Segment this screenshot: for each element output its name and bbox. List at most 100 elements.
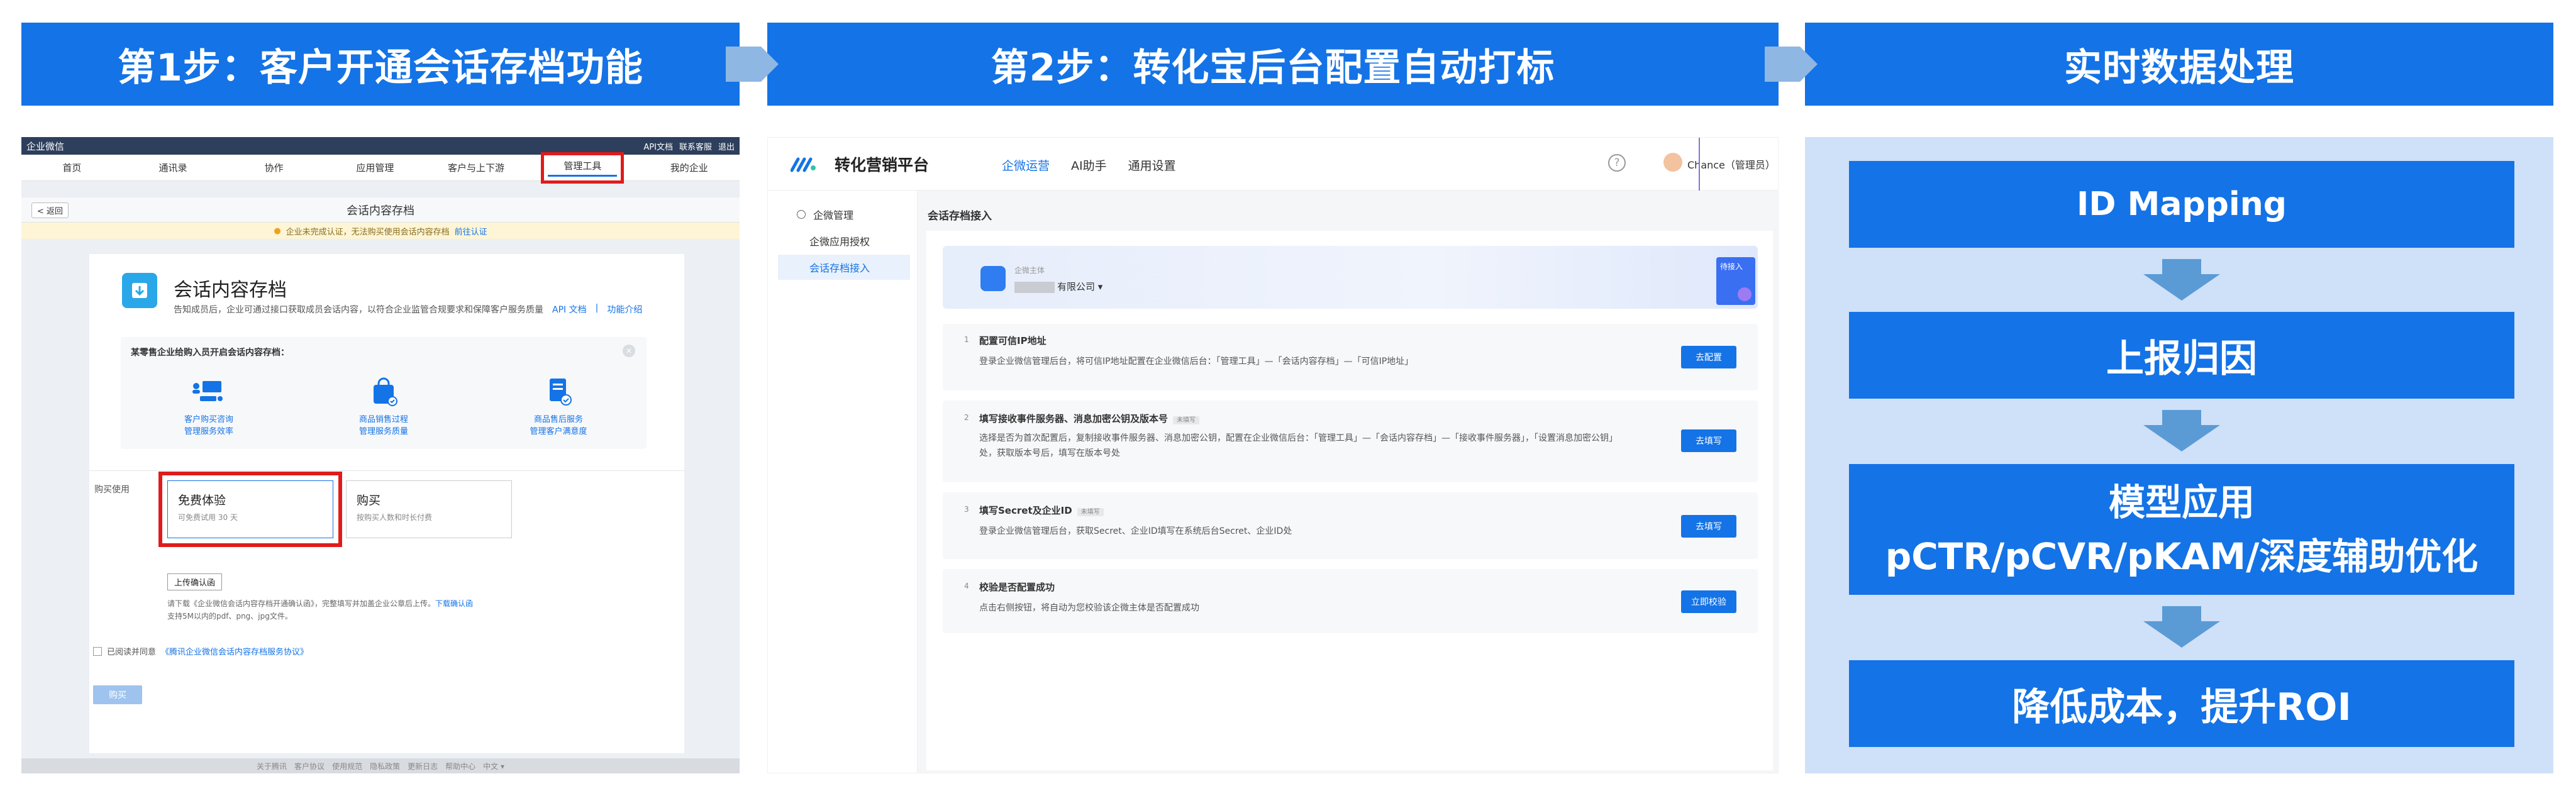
- step-desc: 登录企业微信管理后台，将可信IP地址配置在企业微信后台：「管理工具」—「会话内容…: [979, 357, 1414, 367]
- warning-text: 企业未完成认证，无法购买使用会话内容存档: [286, 227, 450, 237]
- agreement-link[interactable]: 《腾讯企业微信会话内容存档服务协议》: [161, 645, 308, 657]
- warning-banner: ● 企业未完成认证，无法购买使用会话内容存档 前往认证: [21, 223, 740, 239]
- verify-button[interactable]: 立即校验: [1681, 590, 1736, 613]
- page-title: 会话存档接入: [928, 210, 992, 223]
- sidebar-item-archive-access[interactable]: 会话存档接入: [778, 255, 910, 280]
- upload-note: 请下载《企业微信会话内容存档开通确认函》，完整填写并加盖企业公章后上传。下载确认…: [167, 597, 519, 622]
- user-name[interactable]: Chance（管理员）: [1687, 157, 1775, 172]
- config-step: 2 填写接收事件服务器、消息加密公钥及版本号 未填写 选择是否为首次配置后，复制接…: [943, 401, 1758, 482]
- nav-collab[interactable]: 协作: [223, 161, 325, 174]
- logout-link[interactable]: 退出: [718, 140, 735, 152]
- content-card: 企微主体 有限公司 ▾ 待接入 1 配置可信IP地址 登录企业微信管理后台，将可…: [926, 231, 1773, 770]
- step-title-text: 填写接收事件服务器、消息加密公钥及版本号: [979, 413, 1169, 424]
- pending-badge: 待接入: [1716, 257, 1755, 305]
- step-title-text: 校验是否配置成功: [979, 582, 1055, 593]
- archive-card: 会话内容存档 告知成员后，企业可通过接口获取成员会话内容，以符合企业监管合规要求…: [89, 254, 684, 753]
- configure-button[interactable]: 去配置: [1681, 346, 1736, 368]
- nav-home[interactable]: 首页: [21, 161, 123, 174]
- step3-header: 实时数据处理: [1805, 23, 2553, 106]
- help-icon[interactable]: ?: [1608, 154, 1626, 172]
- nav-customers[interactable]: 客户与上下游: [426, 161, 527, 174]
- entity-icon: [980, 266, 1006, 291]
- upload-button[interactable]: 上传确认函: [167, 573, 223, 590]
- status-badge: 未填写: [1077, 508, 1104, 516]
- model-application-box: 模型应用 pCTR/pCVR/pKAM/深度辅助优化: [1849, 464, 2514, 595]
- entity-select-value: 有限公司 ▾: [1057, 281, 1103, 292]
- link-icon: [1738, 287, 1752, 301]
- download-link[interactable]: 下载确认函: [435, 599, 473, 608]
- footer-link[interactable]: 关于腾讯: [257, 761, 287, 772]
- sidebar-item-app-auth[interactable]: 企微应用授权: [778, 228, 910, 253]
- verify-link[interactable]: 前往认证: [455, 225, 487, 237]
- page-subheader: < 返回 会话内容存档: [21, 197, 740, 223]
- wecom-logo: 企业微信: [26, 140, 65, 152]
- tab-general-settings[interactable]: 通用设置: [1128, 157, 1176, 174]
- agreement-row: 已阅读并同意 《腾讯企业微信会话内容存档服务协议》: [93, 645, 308, 657]
- footer-link[interactable]: 帮助中心: [445, 761, 475, 772]
- buy-button[interactable]: 购买: [93, 685, 142, 704]
- step-number: 4: [964, 582, 969, 590]
- contact-support-link[interactable]: 联系客服: [679, 140, 712, 152]
- sidebar-item-wecom-management[interactable]: 企微管理: [778, 202, 910, 227]
- nav-management-tools[interactable]: 管理工具: [541, 152, 625, 184]
- nav-my-company[interactable]: 我的企业: [638, 161, 740, 174]
- feature-item: 商品售后服务 管理客户满意度: [489, 377, 628, 438]
- warning-icon: ●: [274, 226, 281, 236]
- step-title-text: 填写Secret及企业ID: [979, 505, 1072, 516]
- option-title: 购买: [357, 494, 381, 507]
- api-doc-link[interactable]: API 文档: [552, 303, 587, 316]
- feature-line: 商品销售过程: [358, 415, 408, 424]
- step-number: 2: [964, 413, 969, 422]
- box-text: 降低成本，提升ROI: [2012, 685, 2351, 729]
- id-mapping-box: ID Mapping: [1849, 161, 2514, 248]
- box-text: 模型应用: [2108, 481, 2255, 524]
- close-icon[interactable]: ×: [623, 345, 635, 357]
- collapse-icon: [797, 210, 806, 219]
- footer-link[interactable]: 使用规范: [332, 761, 362, 772]
- arrow-down-icon: [2143, 259, 2220, 301]
- option-desc: 可免费试用 30 天: [178, 513, 238, 522]
- platform-brand: 转化营销平台: [835, 156, 930, 174]
- upload-note-text: 请下载《企业微信会话内容存档开通确认函》，完整填写并加盖企业公章后上传。: [167, 599, 436, 608]
- purchase-option[interactable]: 购买 按购买人数和时长付费: [346, 480, 512, 538]
- feature-line: 管理服务效率: [184, 427, 233, 436]
- footer: 关于腾讯 客户协议 使用规范 隐私政策 更新日志 帮助中心 中文 ▾: [21, 758, 740, 773]
- document-icon: [541, 377, 576, 406]
- archive-app-icon: [122, 273, 157, 308]
- chevron-right-icon: [1765, 44, 1818, 84]
- agree-text: 已阅读并同意: [107, 648, 157, 657]
- entity-select[interactable]: 有限公司 ▾: [1014, 280, 1102, 293]
- entity-label: 企微主体: [1014, 266, 1045, 275]
- step-title: 填写Secret及企业ID 未填写: [979, 504, 1104, 517]
- feature-intro-link[interactable]: 功能介绍: [607, 303, 642, 316]
- option-title: 免费体验: [178, 494, 226, 507]
- footer-link[interactable]: 更新日志: [408, 761, 438, 772]
- attribution-box: 上报归因: [1849, 312, 2514, 399]
- fill-in-button[interactable]: 去填写: [1681, 429, 1736, 452]
- fill-in-button[interactable]: 去填写: [1681, 515, 1736, 538]
- footer-link[interactable]: 客户协议: [294, 761, 325, 772]
- config-step: 1 配置可信IP地址 登录企业微信管理后台，将可信IP地址配置在企业微信后台：「…: [943, 324, 1758, 390]
- nav-apps[interactable]: 应用管理: [325, 161, 426, 174]
- feature-item: 商品销售过程 管理服务质量: [314, 377, 453, 438]
- step-number: 3: [964, 505, 969, 514]
- box-subtext: pCTR/pCVR/pKAM/深度辅助优化: [1885, 535, 2479, 578]
- avatar[interactable]: [1663, 153, 1682, 172]
- config-step: 3 填写Secret及企业ID 未填写 登录企业微信管理后台，获取Secret、企…: [943, 492, 1758, 559]
- language-select[interactable]: 中文 ▾: [483, 761, 504, 772]
- agree-checkbox[interactable]: [93, 646, 102, 656]
- footer-link[interactable]: 隐私政策: [370, 761, 400, 772]
- tab-wecom-ops[interactable]: 企微运营: [1002, 157, 1050, 174]
- app-title: 会话内容存档: [174, 279, 287, 301]
- free-trial-option[interactable]: 免费体验 可免费试用 30 天: [158, 472, 342, 547]
- api-doc-link[interactable]: API文档: [643, 140, 673, 152]
- purchase-label: 购买使用: [94, 485, 130, 495]
- badge-text: 待接入: [1720, 262, 1743, 271]
- bag-icon: [366, 377, 401, 406]
- nav-contacts[interactable]: 通讯录: [123, 161, 224, 174]
- app-description: 告知成员后，企业可通过接口获取成员会话内容，以符合企业监管合规要求和保障客户服务…: [174, 303, 642, 316]
- back-button[interactable]: < 返回: [31, 202, 69, 218]
- tab-ai-assistant[interactable]: AI助手: [1071, 157, 1107, 174]
- people-icon: [191, 377, 226, 406]
- feature-line: 商品售后服务: [533, 415, 583, 424]
